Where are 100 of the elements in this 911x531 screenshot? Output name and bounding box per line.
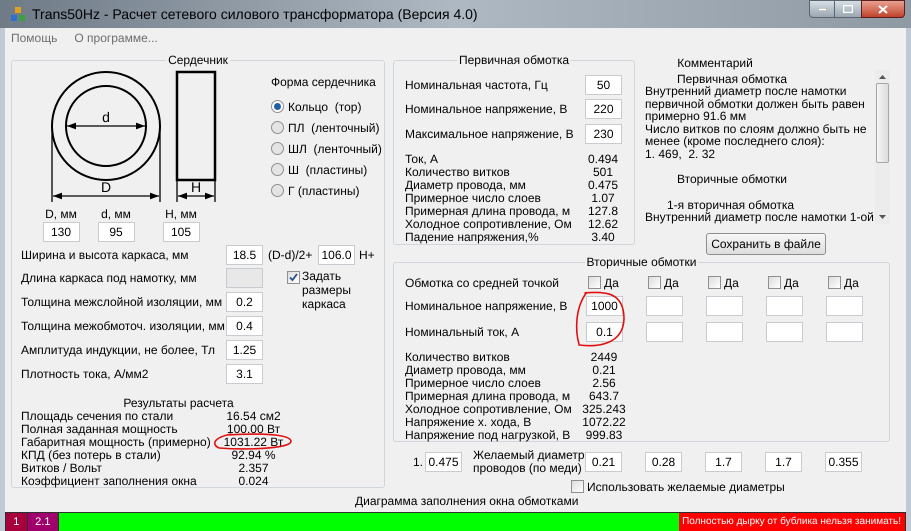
checkbox[interactable] — [828, 276, 841, 290]
winding-segment: 1 — [6, 513, 28, 531]
checkbox-label[interactable]: Да — [784, 276, 799, 289]
comment-line: Число витков по слоям должно быть не — [645, 122, 868, 136]
result-value: 0.475 — [586, 179, 620, 192]
number-field[interactable]: 1000 — [586, 296, 623, 316]
close-icon — [878, 4, 888, 14]
result-label: Примерная длина провода, м — [405, 205, 572, 218]
result-label: Холодное сопротивление, Ом — [405, 218, 573, 230]
checkbox-label[interactable]: Да — [844, 276, 859, 289]
number-field[interactable]: 230 — [585, 124, 622, 144]
menu-item[interactable]: О программе... — [74, 32, 158, 44]
result-label: Напряжение под нагрузкой, В — [405, 428, 572, 440]
maximize-icon — [843, 5, 853, 13]
comment-line: первичной обмотки должен быть равен — [645, 98, 866, 110]
radio-option[interactable]: ПЛ (ленточный) — [271, 117, 382, 138]
result-value: 0.21 — [591, 364, 617, 376]
checkbox[interactable] — [287, 271, 300, 284]
number-field[interactable]: 105 — [162, 222, 200, 242]
field-label: Номинальный ток, А — [405, 326, 520, 338]
maximize-button[interactable] — [835, 0, 861, 18]
checkbox-label[interactable]: Да — [724, 276, 739, 289]
checkbox-label[interactable]: Использовать желаемые диаметры — [587, 480, 785, 492]
dimension-label: H — [190, 179, 202, 195]
scrollbar[interactable] — [875, 70, 890, 224]
formula-label: (D-d)/2+ — [268, 248, 314, 261]
number-field[interactable] — [646, 296, 683, 316]
scrollbar-thumb[interactable] — [876, 82, 889, 163]
number-field[interactable]: 0.355 — [825, 452, 862, 472]
warning-segment: Полностью дырку от бублика нельзя занимать! — [679, 513, 905, 531]
number-field[interactable]: 130 — [42, 222, 80, 242]
checkbox[interactable] — [571, 480, 584, 493]
number-field[interactable]: 0.1 — [586, 322, 623, 342]
scroll-up-icon — [879, 74, 886, 79]
number-field[interactable]: 1.25 — [226, 340, 263, 360]
radio-option[interactable]: Ш (пластины) — [271, 159, 382, 180]
number-field[interactable] — [826, 322, 863, 342]
result-label: КПД (без потерь в стали) — [21, 448, 161, 461]
field-label: Максимальное напряжение, В — [405, 128, 575, 140]
number-field[interactable]: 106.0 — [318, 244, 355, 265]
result-label: Полная заданная мощность — [21, 422, 179, 435]
minimize-icon — [818, 8, 826, 10]
radio-button[interactable] — [271, 142, 284, 155]
result-value: 0.494 — [586, 153, 620, 166]
result-value: 16.54 см2 — [226, 410, 281, 422]
radio-option[interactable]: ШЛ (ленточный) — [271, 138, 382, 159]
number-field[interactable]: 0.2 — [226, 292, 263, 312]
result-value: 999.83 — [584, 428, 624, 440]
number-field[interactable]: 3.1 — [226, 364, 263, 384]
checkbox[interactable] — [588, 276, 601, 290]
checkbox[interactable] — [708, 276, 721, 290]
result-value: 1072.22 — [581, 416, 627, 428]
checkbox-label[interactable]: Задать размеры каркаса — [302, 269, 382, 312]
number-field[interactable] — [826, 296, 863, 316]
save-button[interactable]: Сохранить в файле — [706, 232, 826, 255]
menu-item[interactable]: Помощь — [11, 32, 58, 44]
number-field[interactable]: 50 — [585, 75, 622, 96]
close-button[interactable] — [861, 0, 905, 18]
result-value: 325.243 — [581, 402, 627, 414]
number-field[interactable] — [706, 296, 743, 316]
field-label: Толщина межслойной изоляции, мм — [21, 296, 224, 308]
radio-button[interactable] — [271, 184, 284, 197]
number-field[interactable]: 18.5 — [226, 244, 263, 265]
result-label: Витков / Вольт — [21, 462, 102, 474]
number-field[interactable]: 1.7 — [705, 452, 742, 472]
radio-button[interactable] — [271, 163, 284, 176]
number-field[interactable]: 0.28 — [645, 452, 682, 472]
minimize-button[interactable] — [809, 0, 835, 18]
field-label: Номинальная частота, Гц — [405, 79, 549, 92]
scroll-down-icon — [879, 214, 886, 219]
result-value: 2.56 — [591, 376, 617, 388]
number-field[interactable]: 0.4 — [226, 316, 263, 336]
radio-button[interactable] — [271, 100, 284, 113]
field-label: Номинальное напряжение, В — [405, 103, 568, 116]
checkbox-label[interactable]: Да — [664, 276, 679, 289]
number-field[interactable]: 0.475 — [425, 452, 462, 472]
number-field[interactable] — [766, 322, 803, 342]
number-field[interactable] — [766, 296, 803, 316]
result-value: 501 — [592, 166, 614, 178]
result-label: Напряжение х. хода, В — [405, 416, 532, 428]
comment-heading: Вторичные обмотки — [676, 173, 788, 186]
number-field[interactable]: 1.7 — [765, 452, 802, 472]
group-title: Вторичные обмотки — [584, 256, 698, 268]
number-field[interactable]: 0.21 — [585, 452, 622, 472]
group-title: Сердечник — [166, 54, 230, 66]
radio-option[interactable]: Кольцо (тор) — [271, 96, 382, 117]
checkbox[interactable] — [768, 276, 781, 290]
result-label: Холодное сопротивление, Ом — [405, 402, 573, 414]
number-field[interactable] — [706, 322, 743, 342]
result-label: Примерное число слоев — [405, 376, 542, 388]
checkbox[interactable] — [648, 276, 661, 290]
radio-button[interactable] — [271, 121, 284, 134]
number-field[interactable]: 220 — [585, 99, 622, 120]
radio-option[interactable]: Г (пластины) — [271, 180, 382, 201]
field-label: Желаемый диаметр проводов (по меди) — [473, 449, 586, 475]
number-field[interactable] — [646, 322, 683, 342]
checkbox-label[interactable]: Да — [604, 276, 619, 289]
field-label: Ширина и высота каркаса, мм — [21, 248, 190, 261]
number-field[interactable]: 95 — [98, 222, 134, 242]
result-value: 643.7 — [588, 390, 620, 402]
